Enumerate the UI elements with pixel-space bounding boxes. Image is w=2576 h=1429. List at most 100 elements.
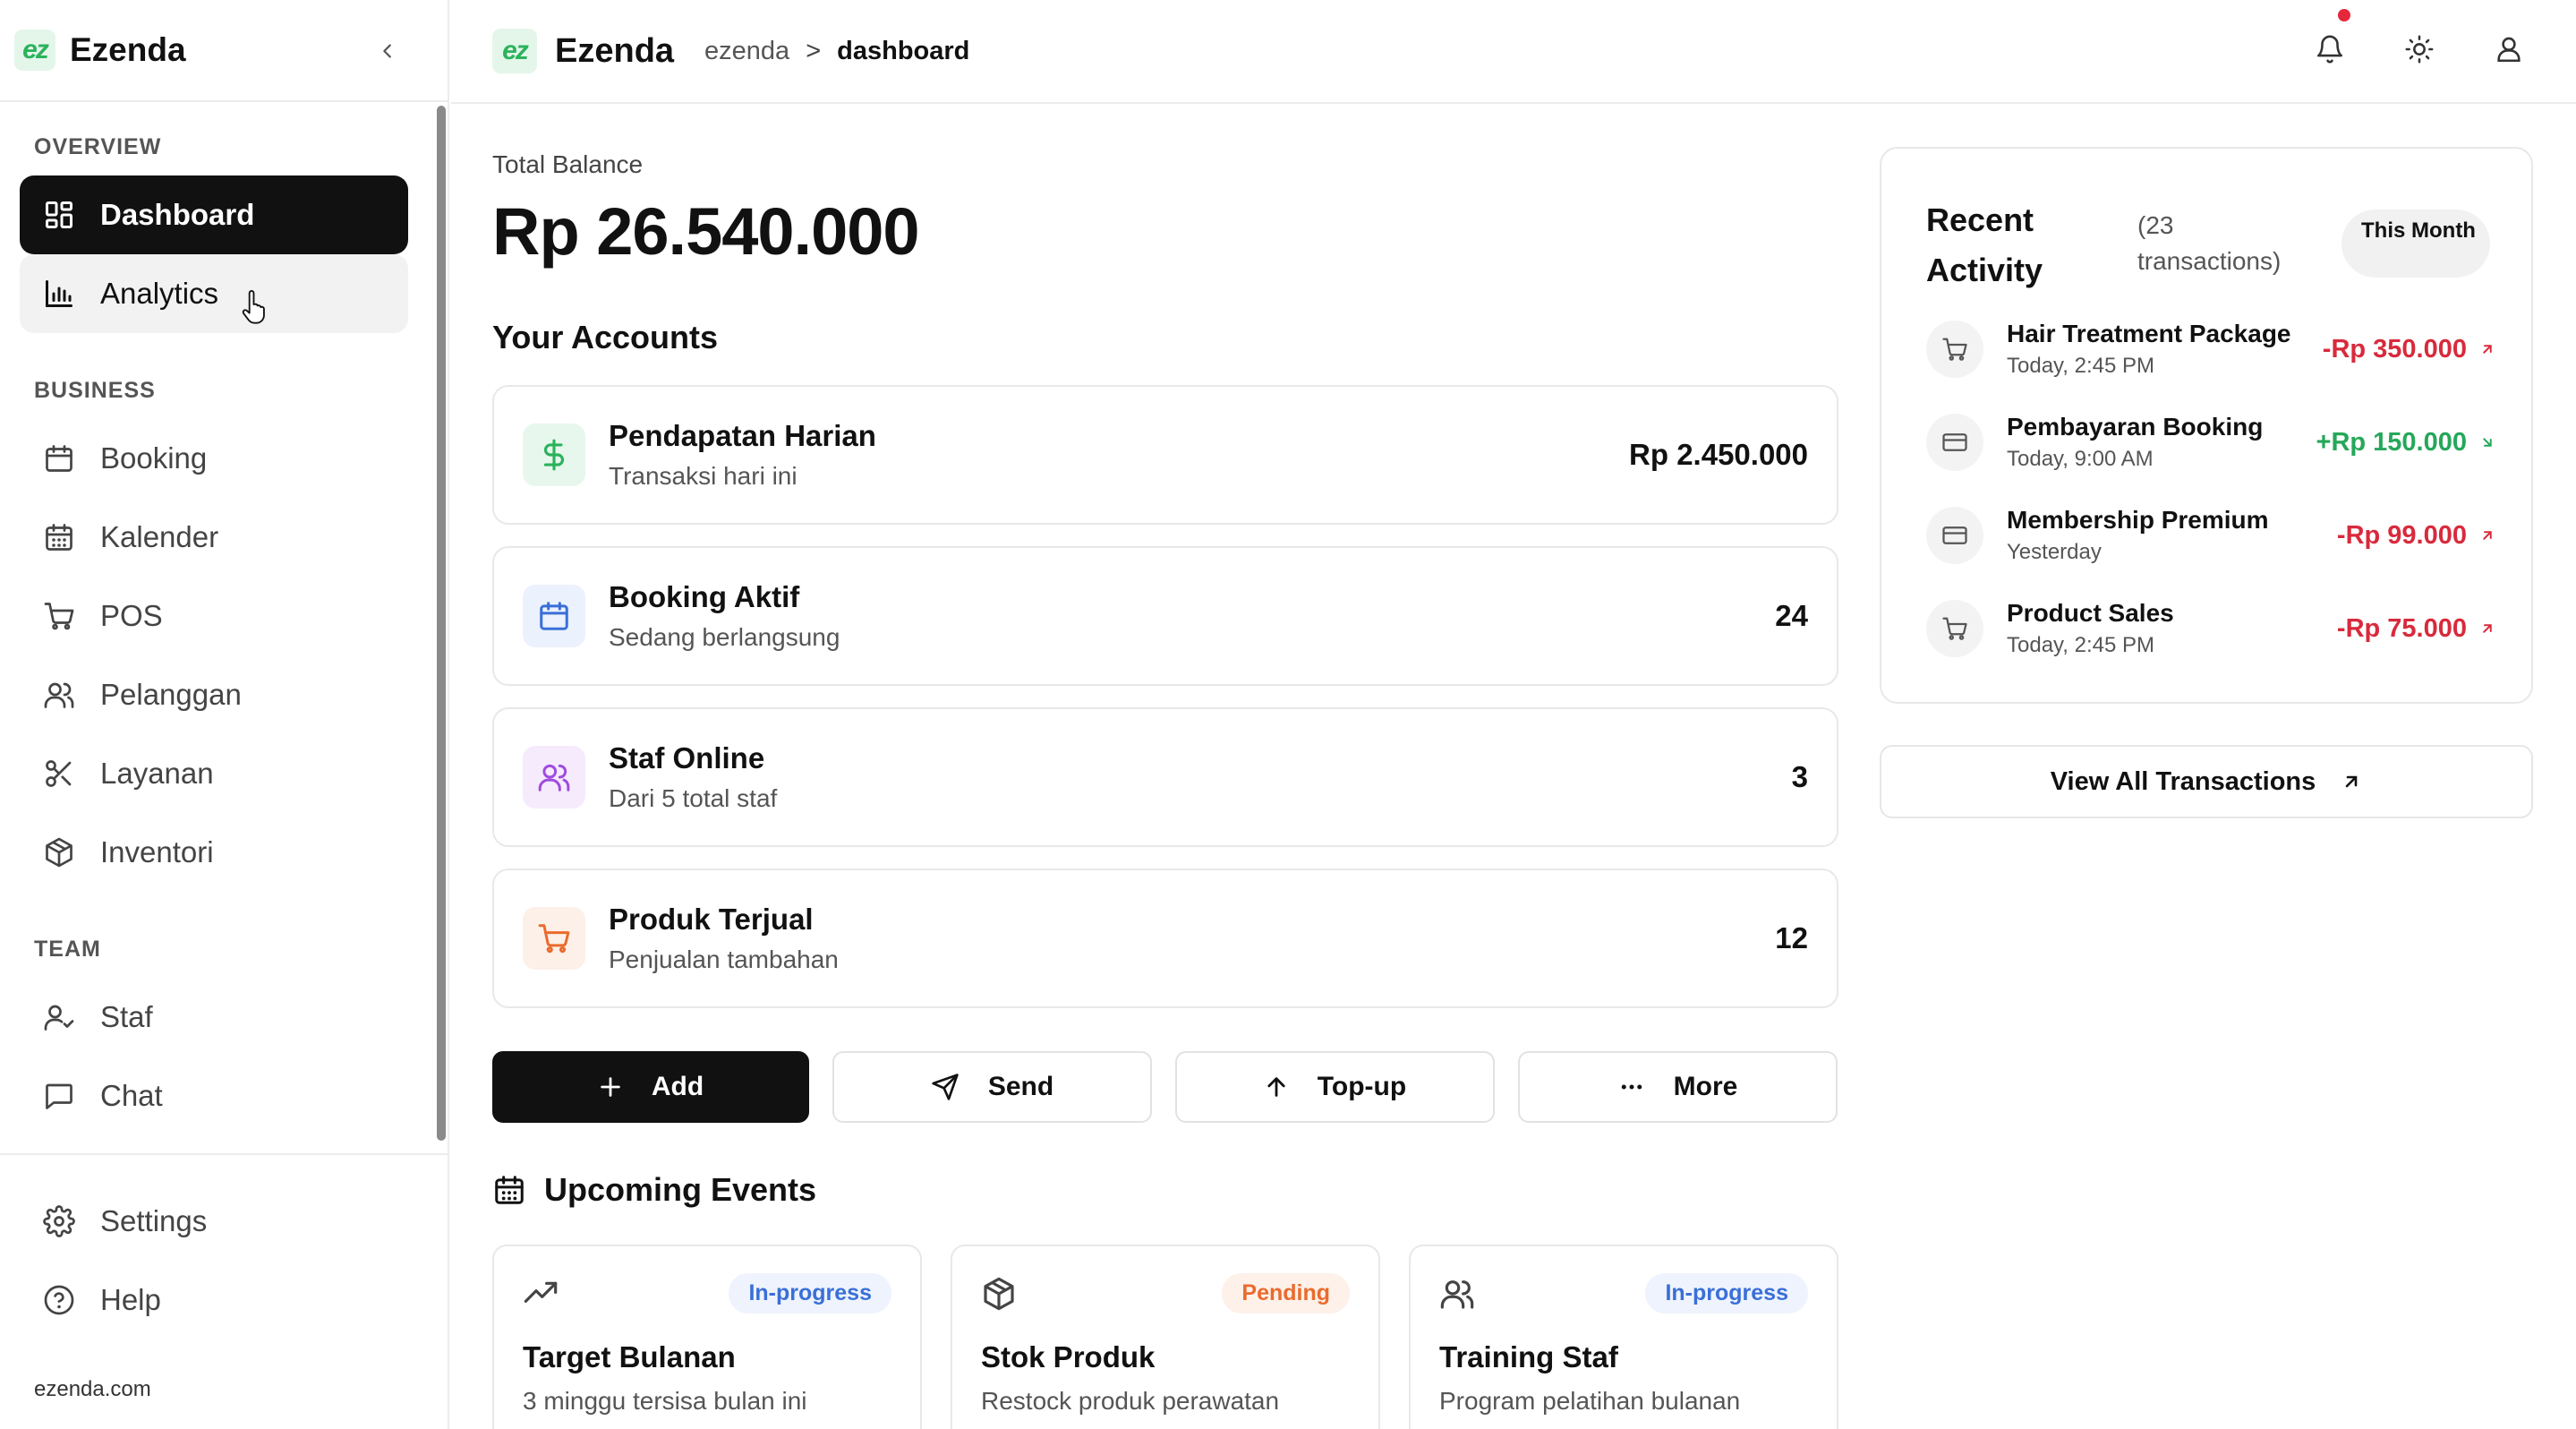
section-label-business: BUSINESS [34, 378, 156, 403]
sidebar-item-label: Chat [100, 1079, 163, 1112]
transaction-name: Hair Treatment Package [2007, 320, 2291, 347]
card-icon [1926, 507, 1983, 564]
collapse-sidebar-button[interactable] [372, 36, 403, 66]
notifications-button[interactable] [2311, 9, 2350, 68]
transaction-name: Product Sales [2007, 599, 2174, 627]
header-brand-name[interactable]: Ezenda [555, 32, 674, 71]
top-bar: ez Ezenda ezenda > dashboard [451, 0, 2576, 104]
plus-icon [601, 1077, 620, 1097]
pointer-cursor-icon [240, 290, 269, 326]
sidebar-item-help[interactable]: Help [20, 1261, 408, 1339]
add-button[interactable]: Add [492, 1051, 809, 1123]
chevron-left-icon [383, 44, 391, 58]
account-value: Rp 2.450.000 [1629, 438, 1808, 471]
user-icon [2497, 37, 2521, 63]
calendar-icon [523, 585, 585, 647]
transaction-amount: -Rp 350.000 [2322, 334, 2467, 364]
calendar-days-icon [495, 1176, 524, 1204]
account-name: Staf Online [609, 741, 765, 774]
transaction-row[interactable]: Hair Treatment Package Today, 2:45 PM -R… [1926, 313, 2495, 385]
brand-name[interactable]: Ezenda [70, 31, 186, 69]
account-card-pendapatan[interactable]: Pendapatan Harian Transaksi hari ini Rp … [492, 385, 1838, 525]
sidebar-divider [0, 1153, 448, 1155]
package-icon [41, 834, 77, 870]
view-all-transactions-button[interactable]: View All Transactions [1880, 745, 2533, 818]
sidebar-item-label: Help [100, 1283, 161, 1316]
send-button[interactable]: Send [832, 1051, 1152, 1123]
users-icon [41, 677, 77, 713]
sidebar-item-inventori[interactable]: Inventori [20, 813, 408, 892]
more-button[interactable]: More [1518, 1051, 1838, 1123]
status-badge: In-progress [1645, 1273, 1808, 1313]
accounts-title: Your Accounts [492, 319, 719, 355]
sidebar-item-label: Settings [100, 1204, 208, 1237]
transaction-name: Pembayaran Booking [2007, 413, 2264, 441]
notification-dot [2338, 9, 2350, 21]
sidebar-item-booking[interactable]: Booking [20, 419, 408, 498]
arrow-up-right-icon [2483, 345, 2492, 354]
profile-button[interactable] [2490, 30, 2528, 68]
account-value: 3 [1791, 760, 1808, 793]
event-title: Target Bulanan [523, 1340, 736, 1373]
sidebar-item-label: POS [100, 599, 163, 632]
transaction-amount: +Rp 150.000 [2316, 427, 2467, 457]
account-subtitle: Transaksi hari ini [609, 462, 798, 490]
brand-logo[interactable]: ez [14, 30, 55, 71]
account-name: Booking Aktif [609, 580, 800, 613]
transaction-time: Today, 2:45 PM [2007, 354, 2154, 378]
sidebar-item-label: Pelanggan [100, 678, 242, 711]
event-card-target[interactable]: In-progress Target Bulanan 3 minggu ters… [492, 1245, 922, 1429]
account-name: Produk Terjual [609, 903, 814, 936]
sidebar-item-pos[interactable]: POS [20, 577, 408, 655]
section-label-team: TEAM [34, 937, 101, 962]
transaction-time: Yesterday [2007, 540, 2102, 564]
section-label-overview: OVERVIEW [34, 134, 162, 159]
add-button-label: Add [651, 1072, 704, 1101]
package-icon [984, 1277, 1014, 1310]
account-name: Pendapatan Harian [609, 419, 876, 452]
breadcrumb-current: dashboard [837, 36, 970, 65]
event-card-training[interactable]: In-progress Training Staf Program pelati… [1409, 1245, 1838, 1429]
sidebar-item-dashboard[interactable]: Dashboard [20, 175, 408, 254]
sidebar-item-chat[interactable]: Chat [20, 1057, 408, 1135]
transaction-amount: -Rp 99.000 [2336, 520, 2467, 550]
quick-actions: Add Send Top-up More [492, 1051, 1838, 1123]
event-subtitle: Restock produk perawatan [981, 1387, 1280, 1415]
footer-domain[interactable]: ezenda.com [34, 1377, 151, 1402]
sidebar: ez Ezenda OVERVIEW Dashboard Analytics B… [0, 0, 449, 1429]
sidebar-item-pelanggan[interactable]: Pelanggan [20, 655, 408, 734]
transaction-row[interactable]: Pembayaran Booking Today, 9:00 AM +Rp 15… [1926, 406, 2495, 478]
sidebar-item-layanan[interactable]: Layanan [20, 734, 408, 813]
sidebar-item-settings[interactable]: Settings [20, 1182, 408, 1261]
sidebar-scrollbar[interactable] [437, 106, 446, 1141]
message-square-icon [41, 1078, 77, 1114]
breadcrumb-root[interactable]: ezenda [704, 37, 789, 66]
sidebar-item-label: Layanan [100, 757, 214, 790]
account-card-staf[interactable]: Staf Online Dari 5 total staf 3 [492, 707, 1838, 847]
topup-button[interactable]: Top-up [1175, 1051, 1495, 1123]
period-filter-button[interactable]: This Month [2341, 210, 2490, 278]
event-card-stok[interactable]: Pending Stok Produk Restock produk peraw… [951, 1245, 1380, 1429]
cart-icon [41, 598, 77, 634]
calendar-icon [41, 441, 77, 476]
total-balance-label: Total Balance [492, 150, 644, 178]
account-card-produk[interactable]: Produk Terjual Penjualan tambahan 12 [492, 869, 1838, 1008]
header-brand-logo[interactable]: ez [492, 29, 537, 73]
calendar-days-icon [41, 519, 77, 555]
transaction-row[interactable]: Product Sales Today, 2:45 PM -Rp 75.000 [1926, 593, 2495, 664]
trending-up-icon [524, 1281, 558, 1303]
sidebar-item-analytics[interactable]: Analytics [20, 254, 408, 333]
breadcrumb: ezenda > dashboard [704, 37, 969, 66]
transaction-row[interactable]: Membership Premium Yesterday -Rp 99.000 [1926, 500, 2495, 571]
recent-activity-title: Recent Activity [1926, 201, 2043, 288]
cart-icon [523, 907, 585, 970]
account-subtitle: Sedang berlangsung [609, 623, 840, 651]
sidebar-item-kalender[interactable]: Kalender [20, 498, 408, 577]
sidebar-item-label: Inventori [100, 835, 214, 869]
account-card-booking[interactable]: Booking Aktif Sedang berlangsung 24 [492, 546, 1838, 686]
help-circle-icon [41, 1282, 77, 1318]
theme-toggle-button[interactable] [2401, 30, 2438, 68]
users-icon [1440, 1279, 1474, 1309]
total-balance-amount: Rp 26.540.000 [492, 194, 920, 269]
sidebar-item-staf[interactable]: Staf [20, 978, 408, 1057]
